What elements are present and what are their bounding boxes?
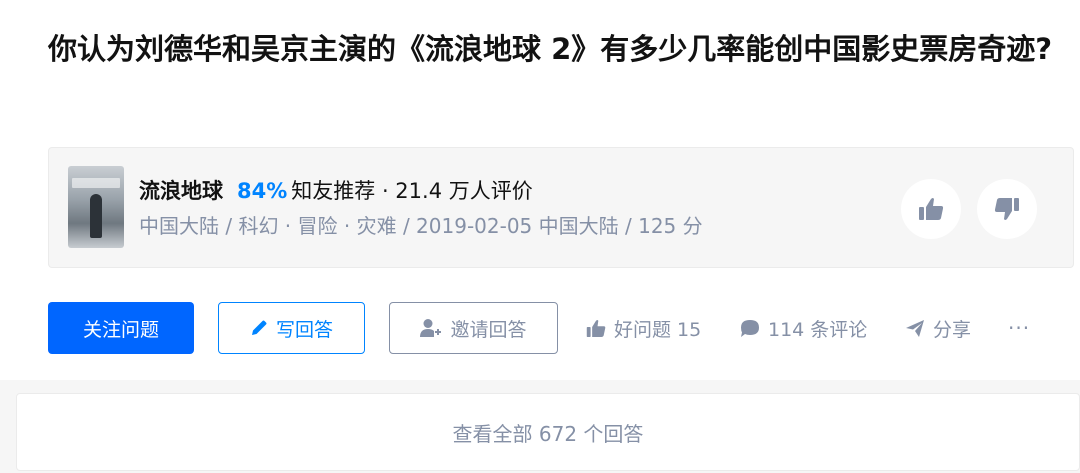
write-answer-label: 写回答: [275, 318, 333, 341]
movie-recommend-text: 知友推荐 · 21.4 万人评价: [291, 179, 533, 203]
comment-bubble-icon: [741, 319, 759, 337]
question-card: 你认为刘德华和吴京主演的《流浪地球 2》有多少几率能创中国影史票房奇迹? 流浪地…: [0, 0, 1080, 380]
thumb-up-button[interactable]: [901, 179, 961, 239]
share-label: 分享: [933, 318, 972, 341]
poster-title-mark: [72, 178, 120, 188]
follow-question-button[interactable]: 关注问题: [48, 302, 194, 354]
question-title[interactable]: 你认为刘德华和吴京主演的《流浪地球 2》有多少几率能创中国影史票房奇迹?: [48, 24, 1058, 74]
add-user-icon: [420, 319, 442, 337]
view-all-answers-button[interactable]: 查看全部 672 个回答: [16, 393, 1080, 471]
paper-plane-icon: [906, 319, 924, 337]
view-all-answers-label: 查看全部 672 个回答: [452, 421, 644, 446]
invite-answer-label: 邀请回答: [450, 318, 527, 341]
comments-button[interactable]: 114 条评论: [740, 302, 867, 354]
poster-figure: [90, 194, 102, 238]
thumb-down-icon: [994, 198, 1019, 220]
movie-poster[interactable]: [68, 166, 124, 248]
more-icon: ···: [1008, 316, 1031, 340]
good-question-button[interactable]: 好问题 15: [586, 302, 701, 354]
movie-meta: 中国大陆 / 科幻 · 冒险 · 灾难 / 2019-02-05 中国大陆 / …: [139, 214, 703, 238]
question-actions: 关注问题 写回答 邀请回答 好问题 15 114 条评论 分享 ···: [48, 302, 1048, 354]
movie-name[interactable]: 流浪地球: [139, 179, 223, 203]
more-options-button[interactable]: ···: [1008, 302, 1030, 354]
comments-label: 114 条评论: [768, 318, 868, 341]
movie-score: 84%: [237, 179, 288, 203]
thumb-up-icon: [586, 319, 606, 337]
follow-question-label: 关注问题: [82, 318, 159, 341]
thumb-down-button[interactable]: [977, 179, 1037, 239]
pencil-icon: [251, 320, 267, 335]
movie-summary-line: 流浪地球 84% 知友推荐 · 21.4 万人评价: [139, 176, 533, 206]
movie-card[interactable]: 流浪地球 84% 知友推荐 · 21.4 万人评价 中国大陆 / 科幻 · 冒险 ·…: [48, 147, 1074, 268]
good-question-label: 好问题 15: [614, 318, 702, 341]
invite-answer-button[interactable]: 邀请回答: [389, 302, 558, 354]
thumb-up-icon: [919, 198, 944, 220]
write-answer-button[interactable]: 写回答: [218, 302, 365, 354]
share-button[interactable]: 分享: [905, 302, 971, 354]
